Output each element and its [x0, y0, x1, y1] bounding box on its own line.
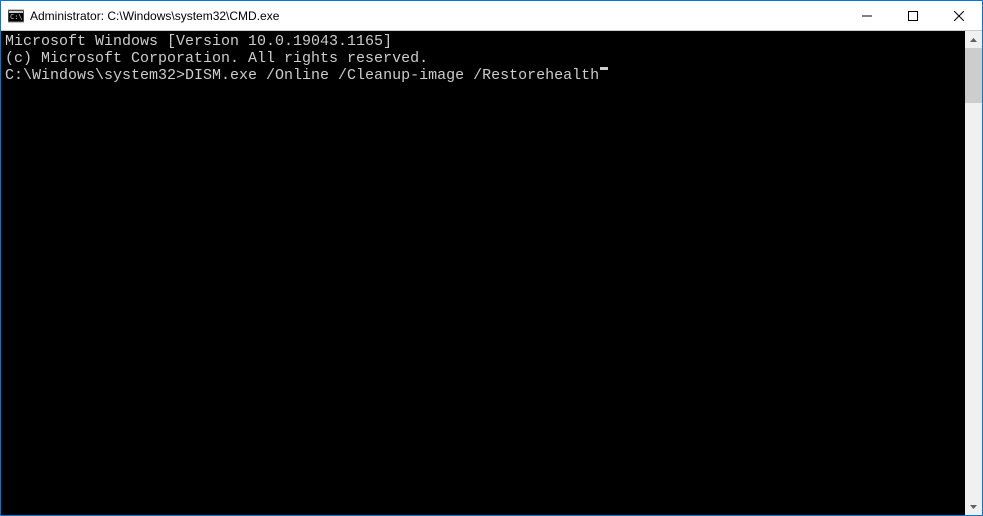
titlebar[interactable]: C:\ Administrator: C:\Windows\system32\C…	[1, 1, 982, 31]
minimize-button[interactable]	[844, 1, 890, 30]
terminal-cursor	[600, 67, 608, 70]
terminal-prompt: C:\Windows\system32>	[5, 67, 185, 84]
terminal-command: DISM.exe /Online /Cleanup-image /Restore…	[185, 67, 599, 84]
window-controls	[844, 1, 982, 30]
terminal-prompt-line: C:\Windows\system32>DISM.exe /Online /Cl…	[5, 67, 961, 84]
scrollbar-track[interactable]	[965, 48, 982, 498]
terminal-content[interactable]: Microsoft Windows [Version 10.0.19043.11…	[1, 31, 965, 515]
terminal-output-line: Microsoft Windows [Version 10.0.19043.11…	[5, 33, 961, 50]
close-button[interactable]	[936, 1, 982, 30]
cmd-window: C:\ Administrator: C:\Windows\system32\C…	[0, 0, 983, 516]
scrollbar-down-button[interactable]	[965, 498, 982, 515]
window-title: Administrator: C:\Windows\system32\CMD.e…	[30, 9, 844, 23]
scrollbar-thumb[interactable]	[965, 48, 982, 103]
scrollbar-up-button[interactable]	[965, 31, 982, 48]
vertical-scrollbar[interactable]	[965, 31, 982, 515]
terminal-output-line: (c) Microsoft Corporation. All rights re…	[5, 50, 961, 67]
cmd-icon: C:\	[8, 8, 24, 24]
svg-text:C:\: C:\	[10, 13, 23, 21]
maximize-button[interactable]	[890, 1, 936, 30]
terminal-area: Microsoft Windows [Version 10.0.19043.11…	[1, 31, 982, 515]
